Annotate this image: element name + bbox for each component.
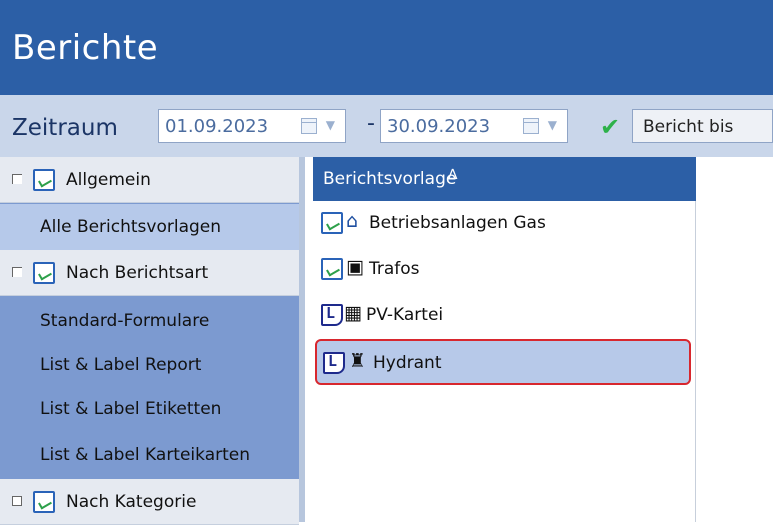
date-separator: -	[367, 111, 375, 136]
bericht-bis-button[interactable]: Bericht bis	[632, 109, 773, 143]
sidebar-item-alle-berichtsvorlagen[interactable]: Alle Berichtsvorlagen	[0, 204, 299, 250]
calendar-icon[interactable]	[523, 118, 539, 134]
sidebar-item-standard-formulare[interactable]: Standard-Formulare	[0, 298, 299, 344]
title-bar: Berichte	[0, 0, 773, 95]
checkmark-icon[interactable]: ✔	[600, 113, 620, 141]
date-from-field[interactable]: 01.09.2023 ▼	[158, 109, 346, 143]
list-item[interactable]: ▦ PV-Kartei	[313, 293, 695, 339]
sort-ascending-icon: ∆	[448, 167, 458, 183]
report-icon	[321, 258, 343, 280]
sidebar-item-list-label-etiketten[interactable]: List & Label Etiketten	[0, 386, 299, 432]
list-item-label: Trafos	[369, 259, 420, 279]
report-icon	[33, 262, 55, 284]
sidebar: Allgemein Alle Berichtsvorlagen Nach Ber…	[0, 157, 305, 525]
date-to-value: 30.09.2023	[387, 116, 491, 137]
sidebar-item-label: List & Label Karteikarten	[40, 445, 251, 465]
sidebar-group-label: Allgemein	[66, 170, 151, 190]
column-header-berichtsvorlage[interactable]: Berichtsvorlage ∆	[313, 157, 696, 201]
list-item-label: PV-Kartei	[366, 305, 444, 325]
sidebar-group-nach-kategorie[interactable]: Nach Kategorie	[0, 479, 299, 525]
house-icon: ⌂	[346, 210, 359, 232]
bericht-bis-label: Bericht bis	[643, 117, 734, 137]
window-title: Berichte	[12, 28, 159, 68]
expand-icon[interactable]	[12, 496, 22, 506]
sidebar-item-label: Alle Berichtsvorlagen	[40, 217, 222, 237]
sidebar-item-list-label-karteikarten[interactable]: List & Label Karteikarten	[0, 432, 299, 478]
list-label-icon	[321, 304, 343, 326]
list-item[interactable]: ▣ Trafos	[313, 247, 695, 293]
list-item-label: Hydrant	[373, 353, 442, 373]
date-to-field[interactable]: 30.09.2023 ▼	[380, 109, 568, 143]
hydrant-icon: ♜	[349, 350, 367, 372]
chevron-down-icon[interactable]: ▼	[548, 118, 557, 132]
sidebar-group-label: Nach Berichtsart	[66, 263, 209, 283]
toolbar: Zeitraum 01.09.2023 ▼ - 30.09.2023 ▼ ✔ B…	[0, 95, 773, 158]
report-icon	[33, 169, 55, 191]
report-icon	[321, 212, 343, 234]
zeitraum-label: Zeitraum	[12, 115, 118, 141]
sidebar-item-list-label-report[interactable]: List & Label Report	[0, 342, 299, 388]
report-list: ⌂ Betriebsanlagen Gas ▣ Trafos ▦ PV-Kart…	[313, 201, 696, 522]
sidebar-item-label: List & Label Report	[40, 355, 202, 375]
chevron-down-icon[interactable]: ▼	[326, 118, 335, 132]
transformer-icon: ▣	[346, 256, 364, 278]
sidebar-group-nach-berichtsart[interactable]: Nach Berichtsart	[0, 250, 299, 296]
report-list-panel: Berichtsvorlage ∆ ⌂ Betriebsanlagen Gas …	[305, 157, 773, 522]
list-label-icon	[323, 352, 345, 374]
list-item[interactable]: ⌂ Betriebsanlagen Gas	[313, 201, 695, 247]
report-icon	[33, 491, 55, 513]
collapse-icon[interactable]	[12, 267, 22, 277]
sidebar-group-label: Nach Kategorie	[66, 492, 197, 512]
sidebar-group-allgemein[interactable]: Allgemein	[0, 157, 299, 203]
column-header-label: Berichtsvorlage	[323, 169, 457, 189]
list-item-label: Betriebsanlagen Gas	[369, 213, 546, 233]
solar-panel-icon: ▦	[344, 302, 362, 324]
date-from-value: 01.09.2023	[165, 116, 269, 137]
sidebar-item-label: List & Label Etiketten	[40, 399, 222, 419]
list-item-selected[interactable]: ♜ Hydrant	[315, 339, 691, 385]
collapse-icon[interactable]	[12, 174, 22, 184]
sidebar-item-label: Standard-Formulare	[40, 311, 210, 331]
calendar-icon[interactable]	[301, 118, 317, 134]
